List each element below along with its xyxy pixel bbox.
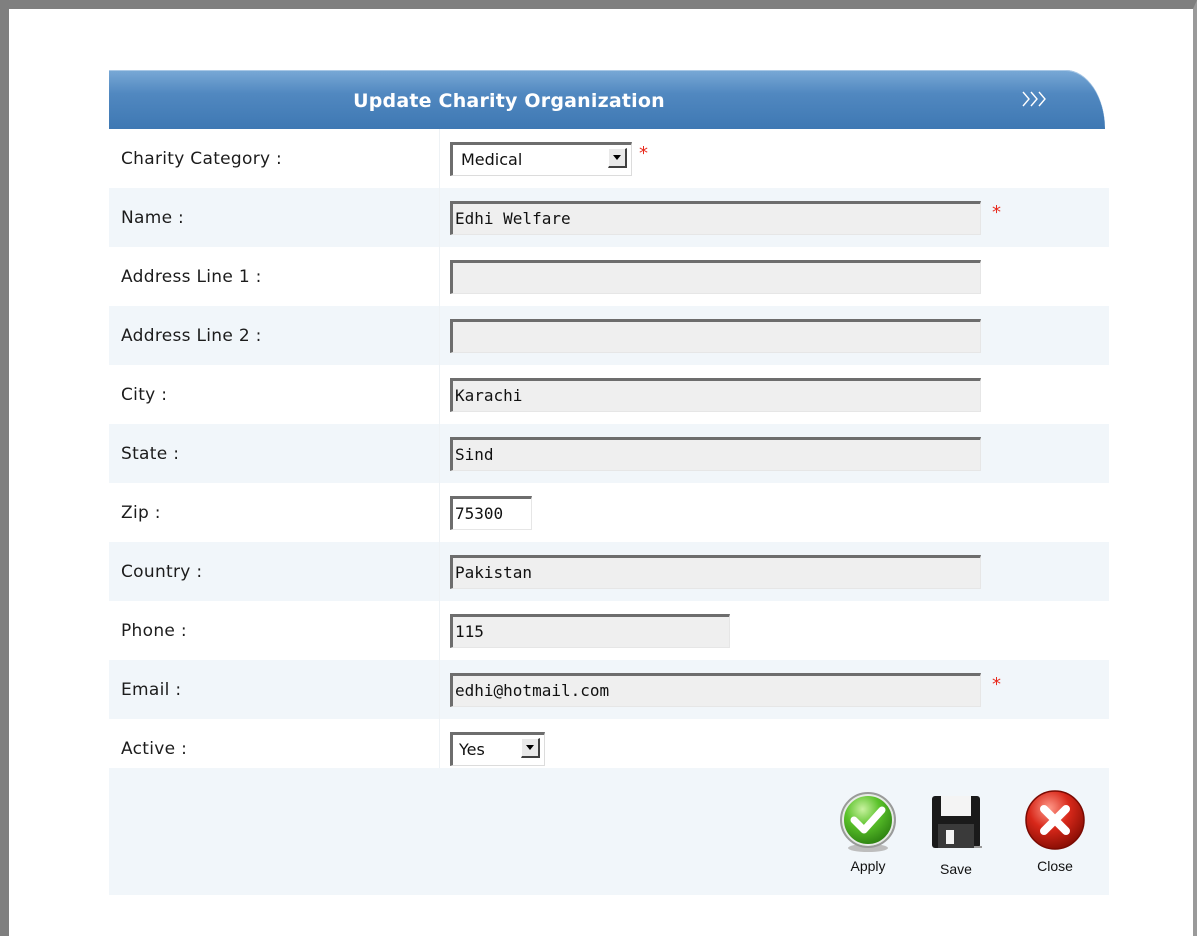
name-input[interactable]: Edhi Welfare [450,201,981,235]
address-line-2-input[interactable] [450,319,981,353]
required-marker: * [992,674,1001,695]
address-line-1-label: Address Line 1 : [121,267,262,287]
active-select[interactable]: Yes [450,732,545,766]
city-input[interactable]: Karachi [450,378,981,412]
row-phone: Phone : 115 [109,601,1109,660]
update-charity-form: Update Charity Organization Charity Cate… [109,70,1109,895]
apply-label: Apply [850,858,886,874]
row-address-line-2: Address Line 2 : [109,306,1109,365]
required-marker: * [992,202,1001,223]
active-value: Yes [459,740,485,759]
email-label: Email : [121,680,182,700]
city-label: City : [121,385,168,405]
row-name: Name : Edhi Welfare * [109,188,1109,247]
apply-button[interactable]: Apply [836,790,900,880]
address-line-1-input[interactable] [450,260,981,294]
phone-label: Phone : [121,621,187,641]
zip-input[interactable]: 75300 [450,496,532,530]
state-input[interactable]: Sind [450,437,981,471]
row-country: Country : Pakistan [109,542,1109,601]
charity-category-select[interactable]: Medical [450,142,632,176]
zip-label: Zip : [121,503,161,523]
charity-category-value: Medical [461,150,523,169]
country-input[interactable]: Pakistan [450,555,981,589]
name-label: Name : [121,208,185,228]
row-charity-category: Charity Category : Medical * [109,129,1109,188]
row-zip: Zip : 75300 [109,483,1109,542]
chevron-down-icon[interactable] [521,738,540,758]
row-address-line-1: Address Line 1 : [109,247,1109,306]
close-button[interactable]: Close [1023,790,1087,880]
form-rows: Charity Category : Medical * Name : Edhi… [109,129,1109,778]
chevron-down-icon[interactable] [608,148,627,168]
window-frame: Update Charity Organization Charity Cate… [0,0,1197,936]
form-header: Update Charity Organization [109,70,1105,129]
triple-chevron-right-icon [1022,91,1046,107]
required-marker: * [639,143,648,164]
address-line-2-label: Address Line 2 : [121,326,262,346]
row-city: City : Karachi [109,365,1109,424]
form-title: Update Charity Organization [353,90,665,112]
charity-category-label: Charity Category : [121,149,283,169]
save-button[interactable]: Save [924,790,988,880]
close-label: Close [1037,858,1073,874]
state-label: State : [121,444,180,464]
red-x-icon [1025,790,1085,850]
row-state: State : Sind [109,424,1109,483]
green-check-icon [840,792,896,852]
save-label: Save [940,861,972,877]
phone-input[interactable]: 115 [450,614,730,648]
country-label: Country : [121,562,203,582]
row-email: Email : edhi@hotmail.com * [109,660,1109,719]
form-footer: Apply Save Close [109,768,1109,895]
email-input[interactable]: edhi@hotmail.com [450,673,981,707]
floppy-disk-icon [932,796,982,848]
